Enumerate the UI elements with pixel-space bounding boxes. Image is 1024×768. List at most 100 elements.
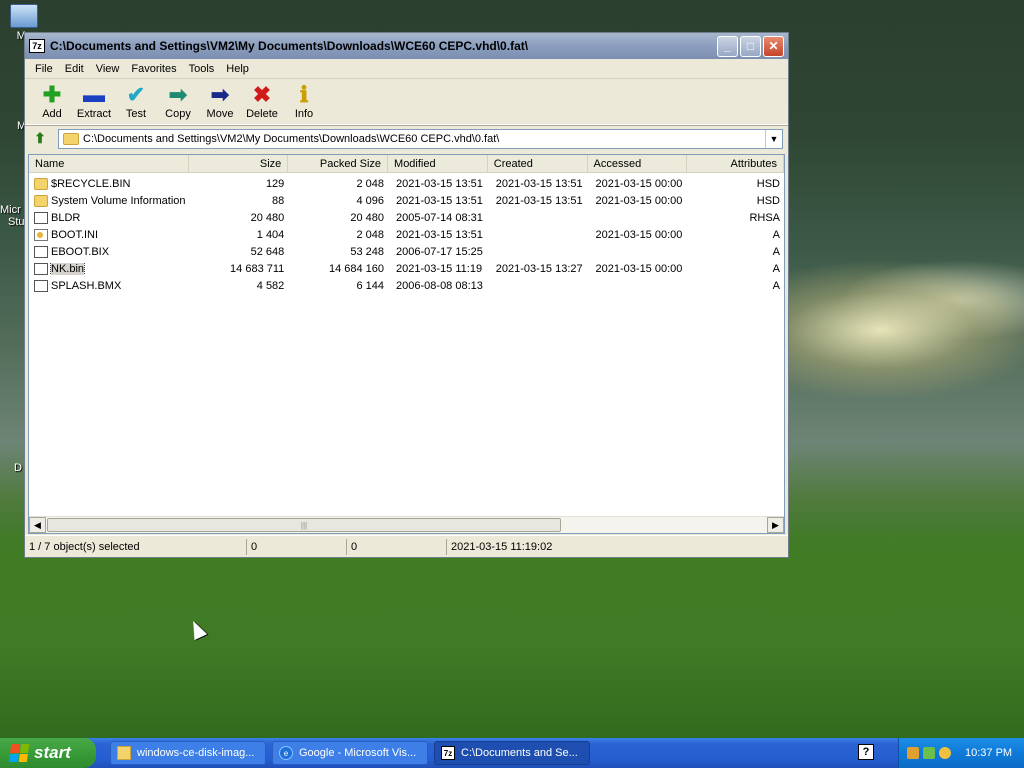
- file-modified: 2005-07-14 08:31: [396, 211, 483, 224]
- scroll-track[interactable]: |||: [46, 517, 767, 533]
- settings-file-icon: [34, 228, 48, 241]
- start-button[interactable]: start: [0, 738, 96, 768]
- status-modified: 2021-03-15 11:19:02: [451, 540, 553, 553]
- file-size: 1 404: [256, 228, 285, 241]
- menu-edit[interactable]: Edit: [59, 61, 90, 77]
- network-icon[interactable]: [907, 747, 919, 759]
- file-size: 20 480: [250, 211, 285, 224]
- clock[interactable]: 10:37 PM: [965, 747, 1012, 759]
- column-header-packed-size[interactable]: Packed Size: [288, 155, 389, 172]
- file-row[interactable]: $RECYCLE.BIN 129 2 048 2021-03-15 13:51 …: [29, 175, 784, 192]
- file-name: EBOOT.BIX: [51, 245, 110, 258]
- menu-favorites[interactable]: Favorites: [125, 61, 182, 77]
- copy-label: Copy: [165, 108, 191, 120]
- add-label: Add: [42, 108, 62, 120]
- file-attributes: RHSA: [749, 211, 781, 224]
- 7zip-window[interactable]: 7z C:\Documents and Settings\VM2\My Docu…: [24, 32, 789, 558]
- 7zip-app-icon: 7z: [441, 746, 455, 760]
- file-name: SPLASH.BMX: [51, 279, 122, 292]
- desktop-edge-text: Micr: [0, 204, 21, 216]
- file-packed-size: 2 048: [356, 228, 385, 241]
- file-name: $RECYCLE.BIN: [51, 177, 131, 190]
- chevron-down-icon: ▼: [769, 133, 779, 144]
- menu-view[interactable]: View: [90, 61, 126, 77]
- test-icon: ✔: [126, 82, 146, 107]
- file-icon: [34, 245, 48, 258]
- address-path[interactable]: C:\Documents and Settings\VM2\My Documen…: [83, 133, 765, 145]
- add-button[interactable]: ✚ Add: [31, 82, 73, 121]
- address-dropdown-button[interactable]: ▼: [765, 129, 782, 148]
- ie-icon: e: [279, 746, 293, 760]
- file-list[interactable]: Name Size Packed Size Modified Created A…: [28, 154, 785, 534]
- maximize-button[interactable]: □: [740, 35, 761, 57]
- minimize-button[interactable]: _: [717, 35, 738, 57]
- desktop-icon-label: Recycle Bin: [944, 690, 1004, 702]
- column-header-attributes[interactable]: Attributes: [687, 155, 784, 172]
- security-icon[interactable]: [923, 747, 935, 759]
- status-size: 0: [247, 538, 347, 555]
- file-icon: [34, 211, 48, 224]
- menu-help[interactable]: Help: [220, 61, 255, 77]
- status-selection: 1 / 7 object(s) selected: [25, 538, 247, 555]
- address-combobox[interactable]: C:\Documents and Settings\VM2\My Documen…: [58, 128, 783, 149]
- file-accessed: 2021-03-15 00:00: [595, 228, 683, 241]
- 7zip-app-icon: 7z: [29, 39, 45, 53]
- scroll-thumb[interactable]: |||: [47, 518, 561, 532]
- file-icon: [34, 279, 48, 292]
- menu-tools[interactable]: Tools: [183, 61, 221, 77]
- address-bar: ⬆ C:\Documents and Settings\VM2\My Docum…: [25, 125, 788, 151]
- add-icon: ✚: [42, 82, 62, 107]
- column-header-created[interactable]: Created: [488, 155, 588, 172]
- file-modified: 2021-03-15 13:51: [396, 177, 483, 190]
- window-title: C:\Documents and Settings\VM2\My Documen…: [50, 39, 529, 53]
- file-name: BLDR: [51, 211, 81, 224]
- file-size: 88: [272, 194, 285, 207]
- desktop-icon-recycle-bin[interactable]: Recycle Bin: [942, 656, 1006, 702]
- file-row[interactable]: BLDR 20 480 20 480 2005-07-14 08:31 RHSA: [29, 209, 784, 226]
- info-button[interactable]: ℹ Info: [283, 83, 325, 121]
- taskbar-button[interactable]: e Google - Microsoft Vis...: [272, 741, 428, 765]
- taskbar-button-label: C:\Documents and Se...: [461, 747, 578, 759]
- file-modified: 2021-03-15 13:51: [396, 194, 483, 207]
- test-button[interactable]: ✔ Test: [115, 82, 157, 121]
- explorer-icon: [117, 746, 131, 760]
- extract-button[interactable]: ▬ Extract: [73, 83, 115, 121]
- recycle-bin-icon: [961, 656, 987, 686]
- file-row-selected[interactable]: NK.bin 14 683 711 14 684 160 2021-03-15 …: [29, 260, 784, 277]
- close-button[interactable]: ✕: [763, 35, 784, 57]
- taskbar-button-active[interactable]: 7z C:\Documents and Se...: [434, 741, 590, 765]
- help-icon[interactable]: ?: [858, 744, 874, 760]
- delete-icon: ✖: [252, 82, 272, 107]
- taskbar-button-label: Google - Microsoft Vis...: [299, 747, 417, 759]
- file-name: BOOT.INI: [51, 228, 99, 241]
- file-packed-size: 2 048: [356, 177, 385, 190]
- chevron-right-icon: ▶: [772, 519, 779, 530]
- title-bar[interactable]: 7z C:\Documents and Settings\VM2\My Docu…: [25, 33, 788, 59]
- column-header-accessed[interactable]: Accessed: [588, 155, 688, 172]
- file-attributes: A: [772, 279, 781, 292]
- delete-button[interactable]: ✖ Delete: [241, 82, 283, 121]
- copy-button[interactable]: ➡ Copy: [157, 83, 199, 121]
- file-row[interactable]: System Volume Information 88 4 096 2021-…: [29, 192, 784, 209]
- file-packed-size: 4 096: [356, 194, 385, 207]
- file-row[interactable]: EBOOT.BIX 52 648 53 248 2006-07-17 15:25…: [29, 243, 784, 260]
- menu-file[interactable]: File: [29, 61, 59, 77]
- taskbar-button[interactable]: windows-ce-disk-imag...: [110, 741, 266, 765]
- file-row[interactable]: SPLASH.BMX 4 582 6 144 2006-08-08 08:13 …: [29, 277, 784, 294]
- start-label: start: [34, 743, 71, 762]
- column-header-size[interactable]: Size: [189, 155, 289, 172]
- search-icon[interactable]: [939, 747, 951, 759]
- horizontal-scrollbar[interactable]: ◀ ||| ▶: [29, 516, 784, 533]
- up-folder-button[interactable]: ⬆: [30, 129, 50, 149]
- folder-icon: [34, 177, 48, 190]
- column-header-name[interactable]: Name: [29, 155, 189, 172]
- scroll-right-button[interactable]: ▶: [767, 517, 784, 533]
- file-modified: 2006-08-08 08:13: [396, 279, 483, 292]
- file-icon: [34, 262, 48, 275]
- scroll-left-button[interactable]: ◀: [29, 517, 46, 533]
- column-header-modified[interactable]: Modified: [388, 155, 488, 172]
- move-button[interactable]: ➡ Move: [199, 83, 241, 121]
- file-row[interactable]: BOOT.INI 1 404 2 048 2021-03-15 13:51 20…: [29, 226, 784, 243]
- file-modified: 2006-07-17 15:25: [396, 245, 483, 258]
- file-size: 4 582: [256, 279, 285, 292]
